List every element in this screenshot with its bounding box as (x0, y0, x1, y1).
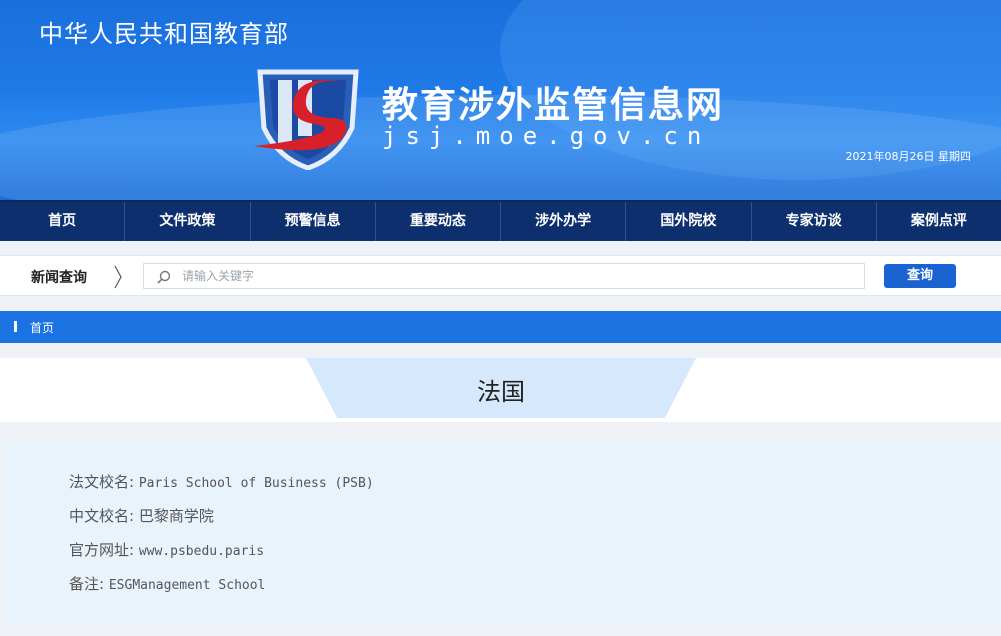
info-value: ESGManagement School (108, 578, 266, 593)
nav-case-reviews[interactable]: 案例点评 (877, 202, 1001, 241)
chevron-right-icon (114, 265, 122, 289)
breadcrumb-home-link[interactable]: 首页 (30, 319, 54, 336)
site-logo-icon (254, 69, 359, 170)
nav-home[interactable]: 首页 (0, 202, 126, 241)
search-button[interactable]: 查询 (884, 264, 956, 288)
info-row-chinese-name: 中文校名: 巴黎商学院 (69, 505, 214, 526)
nav-policy[interactable]: 文件政策 (125, 202, 251, 241)
nav-warnings[interactable]: 预警信息 (251, 202, 376, 241)
search-label: 新闻查询 (31, 270, 87, 286)
info-label: 中文校名: (69, 507, 135, 525)
info-row-website: 官方网址: www.psbedu.paris (69, 539, 264, 560)
nav-cooperative-schools[interactable]: 涉外办学 (501, 202, 627, 241)
search-box (143, 263, 865, 289)
info-label: 法文校名: (69, 473, 135, 491)
site-domain: jsj.moe.gov.cn (382, 122, 711, 150)
header-banner: 中华人民共和国教育部 教育涉外监管信息网 jsj.moe.gov.cn 2021… (0, 0, 1001, 200)
info-value-link[interactable]: www.psbedu.paris (139, 544, 264, 559)
nav-news[interactable]: 重要动态 (376, 202, 501, 241)
search-icon (157, 270, 171, 284)
school-info-panel: 法文校名: Paris School of Business (PSB) 中文校… (5, 441, 1001, 624)
info-value: 巴黎商学院 (138, 507, 214, 525)
main-nav: 首页 文件政策 预警信息 重要动态 涉外办学 国外院校 专家访谈 案例点评 (0, 200, 1001, 241)
nav-foreign-institutions[interactable]: 国外院校 (626, 202, 752, 241)
breadcrumb-marker (14, 321, 17, 332)
title-panel: 法国 (0, 358, 1001, 422)
current-date: 2021年08月26日 星期四 (845, 150, 972, 163)
info-value: Paris School of Business (PSB) (138, 476, 374, 491)
search-input[interactable] (182, 266, 852, 286)
info-label: 备注: (69, 575, 105, 593)
breadcrumb: 首页 (0, 311, 1001, 343)
info-label: 官方网址: (69, 541, 135, 559)
info-row-notes: 备注: ESGManagement School (69, 573, 265, 594)
nav-expert-interviews[interactable]: 专家访谈 (752, 202, 877, 241)
site-title: 教育涉外监管信息网 (382, 85, 725, 126)
news-search-bar: 新闻查询 查询 (0, 255, 1001, 296)
page-title: 法国 (477, 378, 525, 406)
ministry-name: 中华人民共和国教育部 (39, 20, 289, 48)
info-row-french-name: 法文校名: Paris School of Business (PSB) (69, 471, 374, 492)
